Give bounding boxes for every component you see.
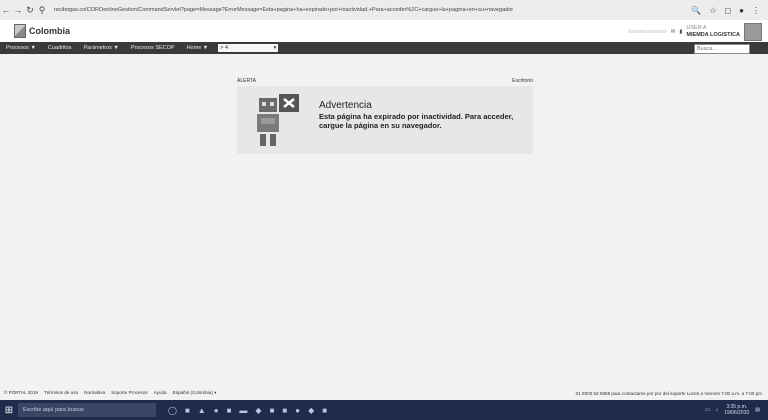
address-bar[interactable]: recibogas.co/COROenlineGestion/CommandSe… — [50, 4, 685, 16]
broken-robot-icon — [257, 94, 299, 146]
footer-contact: 01 8000 52 5858 para contactarse por por… — [575, 390, 762, 396]
menu-item-home[interactable]: Home ▼ — [181, 45, 215, 51]
extension-icon[interactable]: ◻ — [725, 6, 732, 15]
site-info-icon[interactable]: ⚲ — [36, 5, 48, 16]
footer-link-support[interactable]: Soporte Procesos — [111, 390, 148, 396]
profile-icon[interactable]: ● — [739, 6, 744, 15]
desktop-link[interactable]: Escritorio — [512, 78, 533, 84]
volume-icon[interactable]: ♪ — [716, 407, 719, 413]
app-icon-1[interactable]: ■ — [185, 406, 190, 415]
app-icon-3[interactable]: ● — [214, 406, 219, 415]
menu-item-cuadritos[interactable]: Cuadritos — [42, 45, 78, 51]
alert-header: ALERTA Escritorio — [237, 76, 533, 86]
footer-link-normativa[interactable]: Normativa — [84, 390, 105, 396]
app-icon-7[interactable]: ■ — [270, 406, 275, 415]
search-input[interactable] — [697, 45, 747, 53]
search-box[interactable] — [694, 44, 750, 54]
clock-date: 19/06/2020 — [724, 410, 750, 416]
clock[interactable]: 3:35 p.m. 19/06/2020 — [724, 404, 749, 416]
page-footer: © PORTAL 2019 Términos de uso Normativa … — [0, 388, 768, 398]
app-icon-10[interactable]: ◆ — [308, 406, 314, 415]
menu-item-procesos-secop[interactable]: Procesos SECOP — [125, 45, 181, 51]
zoom-icon[interactable]: 🔍 — [691, 6, 701, 15]
network-icon[interactable]: ▭ — [705, 407, 710, 413]
alert-title: Advertencia — [319, 100, 372, 111]
notifications-icon[interactable]: ✉ — [671, 29, 676, 35]
alert-message: Esta página ha expirado por inactividad.… — [319, 112, 514, 130]
task-view-icon[interactable]: ◯ — [168, 406, 177, 415]
bookmark-star-icon[interactable]: ☆ — [709, 6, 716, 15]
footer-link-help[interactable]: Ayuda — [154, 390, 167, 396]
forward-icon[interactable]: → — [12, 5, 24, 15]
reload-icon[interactable]: ↻ — [24, 5, 36, 16]
menu-dots-icon[interactable]: ⋮ — [752, 6, 760, 15]
blurred-info: xxxxxxxxxxxxxx — [628, 29, 667, 35]
taskbar-search[interactable]: Escribe aquí para buscar — [18, 403, 156, 417]
app-icon-8[interactable]: ■ — [282, 406, 287, 415]
back-icon[interactable]: ← — [0, 5, 12, 15]
user-company: MIEMDA LOGISTICA — [686, 32, 740, 38]
user-info[interactable]: USER A MIEMDA LOGISTICA — [686, 25, 740, 39]
app-header: Colombia xxxxxxxxxxxxxx ✉ ▮ USER A MIEMD… — [0, 20, 768, 43]
app-icon-2[interactable]: ▲ — [198, 406, 206, 415]
app-icon-11[interactable]: ■ — [322, 406, 327, 415]
entity-select[interactable]: > 4 ▾ — [218, 44, 279, 52]
windows-start-icon[interactable]: ⊞ — [0, 405, 18, 416]
logo-text: Colombia — [29, 26, 71, 36]
chevron-down-icon: ▾ — [273, 45, 277, 51]
footer-link-terms[interactable]: Términos de uso — [44, 390, 78, 396]
notification-center-icon[interactable]: ▤ — [755, 407, 760, 413]
language-select[interactable]: Español (Colombia) ▾ — [173, 390, 217, 396]
logo-mark-icon — [14, 24, 26, 38]
alert-panel: Advertencia Esta página ha expirado por … — [237, 86, 533, 154]
os-taskbar: ⊞ Escribe aquí para buscar ◯ ■ ▲ ● ■ ▬ ◆… — [0, 400, 768, 420]
entity-select-value: > 4 — [220, 45, 229, 51]
site-logo[interactable]: Colombia — [14, 24, 70, 38]
document-icon[interactable]: ▮ — [679, 29, 682, 35]
menu-item-parametros[interactable]: Parámetros ▼ — [77, 45, 124, 51]
app-icon-6[interactable]: ◆ — [255, 406, 261, 415]
copyright: © PORTAL 2019 — [4, 390, 38, 395]
app-icon-5[interactable]: ▬ — [239, 406, 247, 415]
app-icon-4[interactable]: ■ — [227, 406, 232, 415]
browser-toolbar: ← → ↻ ⚲ recibogas.co/COROenlineGestion/C… — [0, 0, 768, 20]
avatar[interactable] — [744, 23, 762, 41]
taskbar-search-placeholder: Escribe aquí para buscar — [23, 407, 85, 413]
alert-label: ALERTA — [237, 78, 256, 84]
main-menu: Procesos ▼ Cuadritos Parámetros ▼ Proces… — [0, 42, 768, 54]
app-icon-9[interactable]: ● — [295, 406, 300, 415]
user-name: USER A — [686, 25, 707, 31]
menu-item-procesos[interactable]: Procesos ▼ — [0, 45, 42, 51]
